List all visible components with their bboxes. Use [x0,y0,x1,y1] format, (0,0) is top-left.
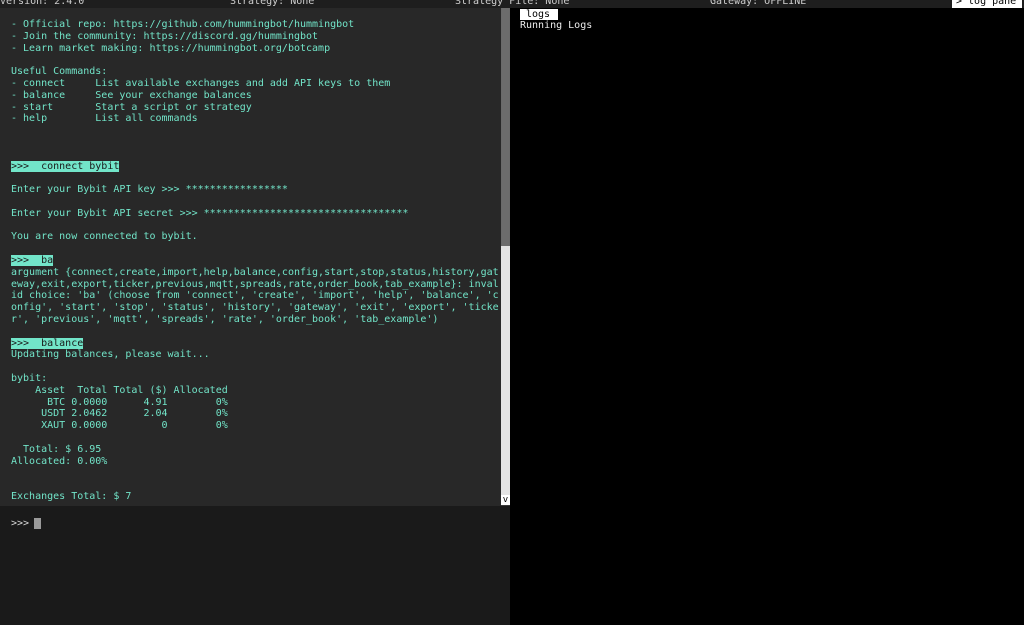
output-line: id choice: 'ba' (choose from 'connect', … [11,290,499,302]
output-line: - Official repo: https://github.com/humm… [11,19,355,30]
output-line: Asset Total Total ($) Allocated [11,384,228,396]
command-echo-text: >>> connect bybit [11,160,120,172]
output-line: Useful Commands: [11,66,108,78]
scrollbar-thumb[interactable] [502,8,509,246]
output-line: eway,exit,export,ticker,previous,mqtt,sp… [11,278,499,290]
log-pane-toggle[interactable]: > log pane [952,0,1023,8]
output-scrollbar[interactable]: v [501,8,510,506]
text-cursor [34,518,41,529]
output-pane[interactable]: - Official repo: https://github.com/humm… [0,8,500,506]
command-echo-line: >>> connect bybit [11,160,120,173]
output-line: - help List all commands [11,113,198,125]
output-line: Total: $ 6.95 [11,443,102,455]
input-prompt: >>> [11,518,30,529]
command-echo-line: >>> balance [11,337,84,350]
strategy-file-label: Strategy File: None [455,0,570,7]
command-input-area[interactable]: >>> [0,506,510,625]
command-echo-line: >>> ba [11,255,54,267]
output-line: - Join the community: https://discord.gg… [11,30,319,42]
command-echo-text: >>> balance [11,337,84,349]
output-line: USDT 2.0462 2.04 0% [11,408,228,420]
scrollbar-track[interactable] [501,246,510,496]
output-line: argument {connect,create,import,help,bal… [11,266,499,278]
output-line: Updating balances, please wait... [11,349,210,361]
output-line: Allocated: 0.00% [11,455,108,467]
log-pane: logs Running Logs [510,8,1024,625]
output-line: r', 'previous', 'mqtt', 'spreads', 'rate… [11,314,439,325]
output-line: - connect List available exchanges and a… [11,78,391,89]
gateway-status: Gateway: OFFLINE [710,0,807,7]
version-label: Version: 2.4.0 [0,0,85,7]
strategy-label: Strategy: None [230,0,315,7]
output-line: Enter your Bybit API secret >>> ********… [11,207,409,219]
main-pane: - Official repo: https://github.com/humm… [0,8,510,625]
output-line: - start Start a script or strategy [11,101,252,113]
output-line: bybit: [11,373,48,384]
status-bar: Version: 2.4.0 Strategy: None Strategy F… [0,0,1024,8]
output-line: You are now connected to bybit. [11,231,198,243]
scroll-down-arrow-icon[interactable]: v [501,495,510,505]
output-line: Exchanges Total: $ 7 [11,491,132,502]
output-line: XAUT 0.0000 0 0% [11,420,228,432]
output-line: - Learn market making: https://hummingbo… [11,42,331,54]
output-line: Enter your Bybit API key >>> ***********… [11,184,288,196]
output-line: - balance See your exchange balances [11,89,252,101]
command-echo-text: >>> ba [11,255,54,266]
running-logs-title: Running Logs [520,20,593,31]
tab-logs[interactable]: logs [520,9,559,20]
output-line: onfig', 'start', 'stop', 'status', 'hist… [11,302,499,314]
output-line: BTC 0.0000 4.91 0% [11,396,228,408]
